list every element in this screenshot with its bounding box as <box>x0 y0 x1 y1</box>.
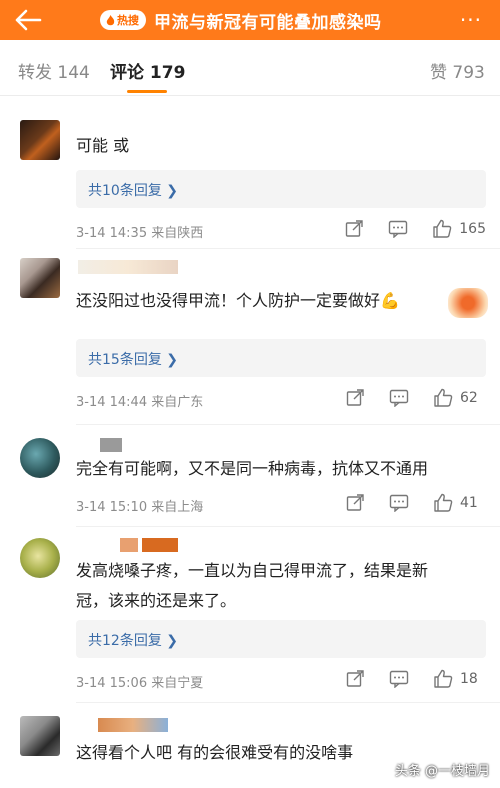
reply-count-link[interactable]: 共15条回复 ❯ <box>88 349 178 369</box>
hot-topic-title[interactable]: 热搜 甲流与新冠有可能叠加感染吗 <box>100 6 382 34</box>
share-icon[interactable] <box>344 492 366 514</box>
thumbs-up-icon[interactable] <box>432 492 454 514</box>
blurred-username <box>78 260 178 274</box>
hot-search-badge: 热搜 <box>100 10 146 30</box>
watermark: 头条 @一枝墙月 <box>394 764 490 779</box>
divider <box>76 526 500 527</box>
divider <box>76 424 500 425</box>
thumbs-up-icon[interactable] <box>431 218 453 240</box>
comment-actions: 62 <box>344 387 486 409</box>
tab-repost[interactable]: 转发 144 <box>18 58 90 83</box>
like-count: 41 <box>460 495 478 511</box>
avatar[interactable] <box>20 538 60 578</box>
comment-meta: 3-14 14:44 来自广东 <box>76 395 204 410</box>
divider <box>76 248 500 249</box>
back-button[interactable] <box>10 4 46 36</box>
comment-text: 可能 或 <box>76 136 130 155</box>
tab-comment[interactable]: 评论 179 <box>110 58 185 83</box>
share-icon[interactable] <box>343 218 365 240</box>
flame-icon <box>106 14 115 25</box>
top-bar: 热搜 甲流与新冠有可能叠加感染吗 ··· <box>0 0 500 40</box>
reply-summary[interactable]: 共15条回复 ❯ <box>76 339 486 377</box>
tab-like[interactable]: 赞 793 <box>430 58 485 83</box>
comment-icon[interactable] <box>387 218 409 240</box>
share-icon[interactable] <box>344 668 366 690</box>
comment-text: 发高烧嗓子疼，一直以为自己得甲流了，结果是新 <box>76 561 429 580</box>
comment-text: 还没阳过也没得甲流！个人防护一定要做好💪 <box>76 291 400 310</box>
comment-actions: 18 <box>344 668 486 690</box>
active-tab-indicator <box>127 90 167 93</box>
blurred-username <box>100 438 122 452</box>
page-title: 甲流与新冠有可能叠加感染吗 <box>154 12 382 33</box>
comment-meta: 3-14 15:06 来自宁夏 <box>76 676 204 691</box>
comment-text: 冠，该来的还是来了。 <box>76 591 237 610</box>
reply-count-link[interactable]: 共12条回复 ❯ <box>88 630 178 650</box>
back-arrow-icon <box>15 9 42 31</box>
thumbs-up-icon[interactable] <box>432 387 454 409</box>
reply-count-link[interactable]: 共10条回复 ❯ <box>88 180 178 200</box>
avatar[interactable] <box>20 258 60 298</box>
comment-meta: 3-14 14:35 来自陕西 <box>76 226 204 241</box>
comment-actions: 41 <box>344 492 486 514</box>
avatar[interactable] <box>20 120 60 160</box>
sticker-emoji <box>448 288 488 318</box>
tab-bar: 转发 144 评论 179 赞 793 <box>0 40 500 96</box>
like-count: 18 <box>460 671 478 687</box>
thumbs-up-icon[interactable] <box>432 668 454 690</box>
reply-summary[interactable]: 共12条回复 ❯ <box>76 620 486 658</box>
comment-meta: 3-14 15:10 来自上海 <box>76 500 204 515</box>
share-icon[interactable] <box>344 387 366 409</box>
avatar[interactable] <box>20 438 60 478</box>
like-count: 62 <box>460 390 478 406</box>
comment-actions: 165 <box>343 218 486 240</box>
blurred-username <box>142 538 178 552</box>
comment-icon[interactable] <box>388 668 410 690</box>
comment-text: 完全有可能啊，又不是同一种病毒，抗体又不通用 <box>76 459 429 478</box>
comment-icon[interactable] <box>388 492 410 514</box>
divider <box>76 702 500 703</box>
reply-summary[interactable]: 共10条回复 ❯ <box>76 170 486 208</box>
comment-icon[interactable] <box>388 387 410 409</box>
blurred-username <box>120 538 138 552</box>
more-options-button[interactable]: ··· <box>460 8 482 32</box>
like-count: 165 <box>459 221 486 237</box>
blurred-username <box>98 718 168 732</box>
avatar[interactable] <box>20 716 60 756</box>
